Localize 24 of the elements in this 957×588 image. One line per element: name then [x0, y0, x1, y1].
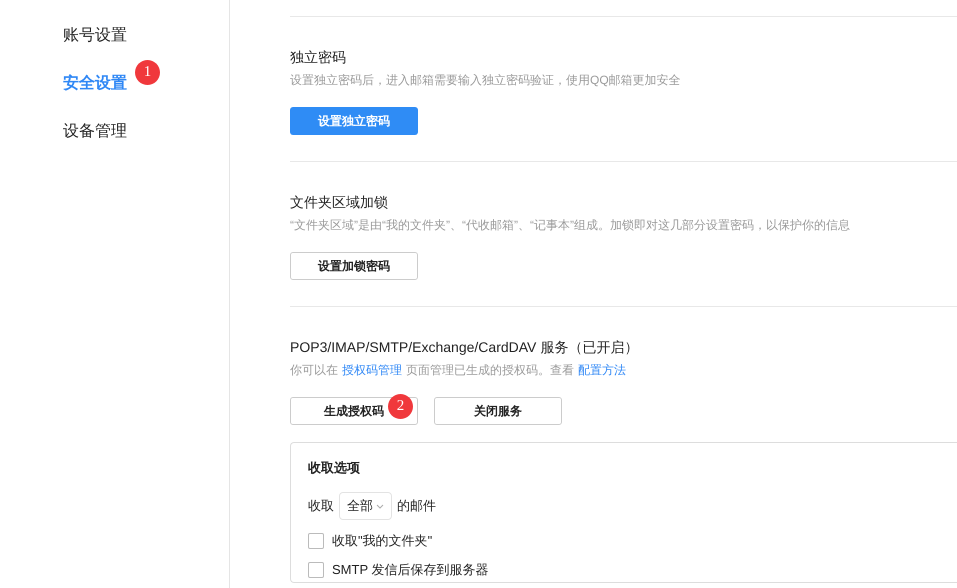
action-button[interactable]: 设置加锁密码 — [290, 252, 418, 280]
section-title: 独立密码 — [290, 48, 347, 67]
label: 的邮件 — [397, 497, 436, 516]
description-text: 你可以在 — [290, 362, 338, 379]
link[interactable]: 配置方法 — [578, 361, 626, 379]
checkbox-label: SMTP 发信后保存到服务器 — [332, 561, 488, 578]
checkbox-label: 收取"我的文件夹" — [332, 532, 432, 549]
card-title: 收取选项 — [308, 459, 361, 477]
action-button[interactable]: 关闭服务 — [434, 397, 562, 425]
description-text: 页面管理已生成的授权码。查看 — [406, 362, 574, 379]
label: 收取 — [308, 497, 334, 516]
select-field[interactable]: 全部 — [339, 492, 392, 520]
step-badge: 1 — [135, 60, 160, 85]
caret-icon — [376, 504, 384, 508]
section-description: “文件夹区域”是由“我的文件夹”、“代收邮箱”、“记事本”组成。加锁即对这几部分设置密码，以保护你的信息 — [290, 217, 851, 234]
checkbox[interactable] — [308, 532, 324, 548]
link[interactable]: 授权码管理 — [342, 361, 402, 379]
sidebar-item[interactable]: 安全设置 — [63, 72, 127, 96]
section-title: POP3/IMAP/SMTP/Exchange/CardDAV 服务（已开启） — [290, 338, 640, 357]
section-description: 设置独立密码后，进入邮箱需要输入独立密码验证，使用QQ邮箱更加安全 — [290, 72, 682, 89]
checkbox[interactable] — [308, 562, 324, 578]
sidebar-item[interactable]: 设备管理 — [63, 120, 127, 144]
section-title: 文件夹区域加锁 — [290, 193, 389, 212]
sidebar-item[interactable]: 账号设置 — [63, 24, 127, 48]
